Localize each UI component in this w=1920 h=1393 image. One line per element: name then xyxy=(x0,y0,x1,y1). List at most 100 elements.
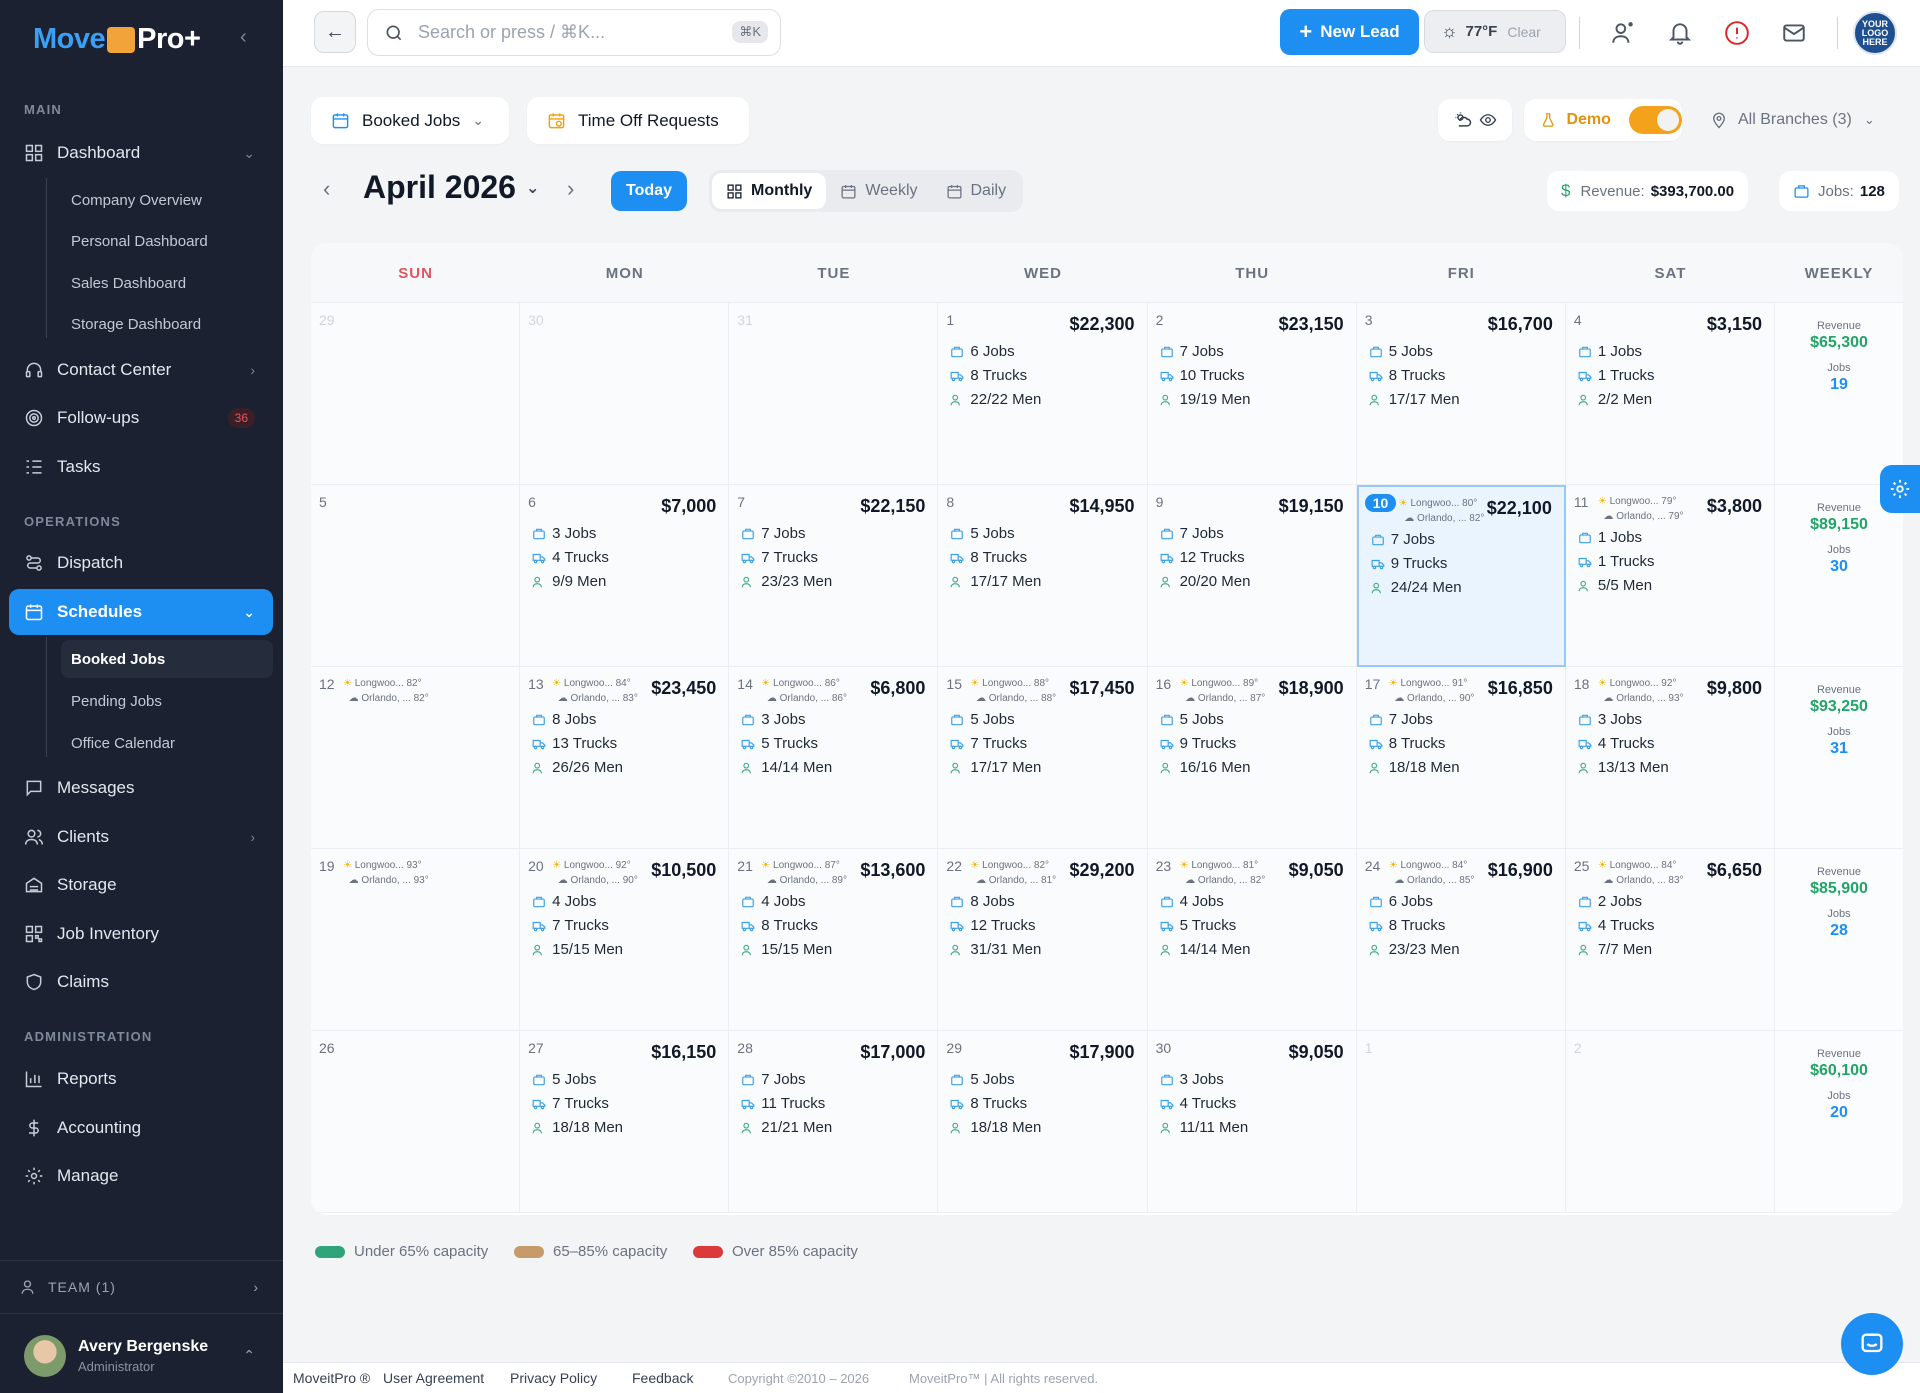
day-number: 29 xyxy=(319,312,335,328)
settings-tab-button[interactable] xyxy=(1880,465,1920,513)
bell-icon[interactable] xyxy=(1665,18,1695,48)
calendar-day-cell[interactable]: 13 ☀ Longwoo... 84° ☁ Orlando, ... 83° $23… xyxy=(520,667,730,849)
search-input[interactable]: Search or press / ⌘K... ⌘K xyxy=(367,9,781,56)
nav-contact-center[interactable]: Contact Center › xyxy=(9,347,273,393)
revenue-value: $393,700.00 xyxy=(1650,182,1735,200)
legend-label: Under 65% capacity xyxy=(354,1243,489,1260)
weather-widget[interactable]: ☼ 77°F Clear xyxy=(1424,10,1566,53)
cloud-icon: ☁ xyxy=(348,875,359,886)
nav-dashboard[interactable]: Dashboard ⌄ xyxy=(9,130,273,176)
alert-icon[interactable] xyxy=(1722,18,1752,48)
calendar-day-cell[interactable]: 16 ☀ Longwoo... 89° ☁ Orlando, ... 87° $18… xyxy=(1147,667,1357,849)
calendar-day-cell[interactable]: 11 ☀ Longwoo... 79° ☁ Orlando, ... 79° $3,… xyxy=(1565,485,1775,667)
user-profile[interactable]: Avery Bergenske Administrator ⌃ xyxy=(0,1318,283,1393)
tab-daily[interactable]: Daily xyxy=(932,173,1021,209)
brand-logo[interactable]: Move Pro+ xyxy=(33,14,201,64)
calendar-day-cell[interactable]: 3 $16,700 5 Jobs 8 Trucks 17/17 Men xyxy=(1356,303,1566,485)
calendar-day-cell[interactable]: 23 ☀ Longwoo... 81° ☁ Orlando, ... 82° $9,… xyxy=(1147,849,1357,1031)
day-trucks: 8 Trucks xyxy=(741,917,818,934)
next-month-button[interactable]: › xyxy=(567,176,574,202)
footer-user-agreement-link[interactable]: User Agreement xyxy=(383,1370,484,1386)
calendar-day-cell[interactable]: 29 xyxy=(311,303,521,485)
nav-job-inventory[interactable]: Job Inventory xyxy=(9,911,273,957)
calendar-day-cell[interactable]: 9 $19,150 7 Jobs 12 Trucks 20/20 Men xyxy=(1147,485,1357,667)
month-picker[interactable]: April 2026 ⌄ xyxy=(363,169,539,206)
team-toggle[interactable]: TEAM (1) › xyxy=(0,1260,283,1314)
calendar-day-cell[interactable]: 2 xyxy=(1565,1031,1775,1213)
nav-dispatch[interactable]: Dispatch xyxy=(9,540,273,586)
calendar-day-cell[interactable]: 7 $22,150 7 Jobs 7 Trucks 23/23 Men xyxy=(729,485,939,667)
nav-tasks[interactable]: Tasks xyxy=(9,444,273,490)
prev-month-button[interactable]: ‹ xyxy=(323,176,330,202)
chevron-left-icon: ‹ xyxy=(323,176,331,201)
weather-icon: ☀ xyxy=(343,860,352,871)
chat-button[interactable] xyxy=(1841,1313,1903,1375)
nav-messages[interactable]: Messages xyxy=(9,765,273,811)
demo-toggle[interactable]: Demo xyxy=(1524,99,1682,141)
calendar-day-cell[interactable]: 20 ☀ Longwoo... 92° ☁ Orlando, ... 90° $10… xyxy=(520,849,730,1031)
calendar-day-cell[interactable]: 30 $9,050 3 Jobs 4 Trucks 11/11 Men xyxy=(1147,1031,1357,1213)
nav-storage[interactable]: Storage xyxy=(9,862,273,908)
calendar-day-cell[interactable]: 19 ☀ Longwoo... 93° ☁ Orlando, ... 93° xyxy=(311,849,521,1031)
truck-icon xyxy=(951,553,964,563)
cloud-icon: ☁ xyxy=(1185,693,1196,704)
calendar-day-cell[interactable]: 30 xyxy=(520,303,730,485)
nav-personal-dashboard[interactable]: Personal Dashboard xyxy=(61,222,273,260)
company-logo[interactable]: YOUR LOGO HERE xyxy=(1853,11,1897,55)
truck-icon xyxy=(1369,921,1383,931)
calendar-day-cell[interactable]: 22 ☀ Longwoo... 82° ☁ Orlando, ... 81° $29… xyxy=(938,849,1148,1031)
time-off-requests-button[interactable]: Time Off Requests xyxy=(527,97,749,144)
nav-booked-jobs[interactable]: Booked Jobs xyxy=(61,640,273,678)
calendar-day-cell[interactable]: 18 ☀ Longwoo... 92° ☁ Orlando, ... 93° $9,… xyxy=(1565,667,1775,849)
nav-follow-ups[interactable]: Follow-ups 36 xyxy=(9,395,273,441)
new-lead-button[interactable]: + New Lead xyxy=(1280,9,1419,55)
nav-storage-dashboard[interactable]: Storage Dashboard xyxy=(61,305,273,343)
calendar-day-cell[interactable]: 26 xyxy=(311,1031,521,1213)
calendar-day-cell[interactable]: 29 $17,900 5 Jobs 8 Trucks 18/18 Men xyxy=(938,1031,1148,1213)
truck-icon xyxy=(1578,371,1592,381)
calendar-day-cell[interactable]: 25 ☀ Longwoo... 84° ☁ Orlando, ... 83° $6,… xyxy=(1565,849,1775,1031)
calendar-day-cell[interactable]: 1 xyxy=(1356,1031,1566,1213)
nav-office-calendar[interactable]: Office Calendar xyxy=(61,724,273,762)
calendar-day-cell[interactable]: 2 $23,150 7 Jobs 10 Trucks 19/19 Men xyxy=(1147,303,1357,485)
nav-schedules[interactable]: Schedules ⌄ xyxy=(9,589,273,635)
calendar-day-cell[interactable]: 27 $16,150 5 Jobs 7 Trucks 18/18 Men xyxy=(520,1031,730,1213)
today-button[interactable]: Today xyxy=(611,171,687,211)
nav-accounting[interactable]: Accounting xyxy=(9,1105,273,1151)
nav-reports[interactable]: Reports xyxy=(9,1056,273,1102)
calendar-day-cell[interactable]: 28 $17,000 7 Jobs 11 Trucks 21/21 Men xyxy=(729,1031,939,1213)
calendar-day-cell[interactable]: 21 ☀ Longwoo... 87° ☁ Orlando, ... 89° $13… xyxy=(729,849,939,1031)
demo-switch[interactable] xyxy=(1628,106,1682,134)
footer-privacy-link[interactable]: Privacy Policy xyxy=(510,1370,597,1386)
nav-manage[interactable]: Manage xyxy=(9,1153,273,1199)
weekly-revenue-value: $60,100 xyxy=(1810,1062,1868,1079)
calendar-day-cell[interactable]: 17 ☀ Longwoo... 91° ☁ Orlando, ... 90° $16… xyxy=(1356,667,1566,849)
team-activity-icon[interactable] xyxy=(1608,18,1638,48)
calendar-day-cell[interactable]: 31 xyxy=(729,303,939,485)
collapse-sidebar-icon[interactable]: ‹ xyxy=(240,26,247,49)
calendar-day-cell[interactable]: 14 ☀ Longwoo... 86° ☁ Orlando, ... 86° $6,… xyxy=(729,667,939,849)
calendar-day-cell[interactable]: 4 $3,150 1 Jobs 1 Trucks 2/2 Men xyxy=(1565,303,1775,485)
calendar-day-cell[interactable]: 15 ☀ Longwoo... 88° ☁ Orlando, ... 88° $17… xyxy=(938,667,1148,849)
booked-jobs-dropdown[interactable]: Booked Jobs ⌄ xyxy=(311,97,509,144)
footer-feedback-link[interactable]: Feedback xyxy=(632,1370,693,1386)
nav-clients[interactable]: Clients › xyxy=(9,814,273,860)
calendar-day-cell[interactable]: 12 ☀ Longwoo... 82° ☁ Orlando, ... 82° xyxy=(311,667,521,849)
nav-claims[interactable]: Claims xyxy=(9,959,273,1005)
tab-monthly[interactable]: Monthly xyxy=(712,173,827,209)
calendar-day-cell[interactable]: 6 $7,000 3 Jobs 4 Trucks 9/9 Men xyxy=(520,485,730,667)
nav-company-overview[interactable]: Company Overview xyxy=(61,181,273,219)
nav-pending-jobs[interactable]: Pending Jobs xyxy=(61,682,273,720)
weather-visibility-toggle[interactable] xyxy=(1438,99,1512,141)
branches-dropdown[interactable]: All Branches (3) ⌄ xyxy=(1696,99,1892,141)
mail-icon[interactable] xyxy=(1779,18,1809,48)
calendar-day-cell[interactable]: 1 $22,300 6 Jobs 8 Trucks 22/22 Men xyxy=(938,303,1148,485)
back-button[interactable]: ← xyxy=(314,11,356,53)
nav-sales-dashboard[interactable]: Sales Dashboard xyxy=(61,264,273,302)
calendar-day-cell[interactable]: 5 xyxy=(311,485,521,667)
day-men-text: 19/19 Men xyxy=(1179,391,1251,408)
tab-weekly[interactable]: Weekly xyxy=(826,173,931,209)
calendar-day-cell[interactable]: 10 ☀ Longwoo... 80° ☁ Orlando, ... 82° $22… xyxy=(1356,485,1566,667)
calendar-day-cell[interactable]: 24 ☀ Longwoo... 84° ☁ Orlando, ... 85° $16… xyxy=(1356,849,1566,1031)
calendar-day-cell[interactable]: 8 $14,950 5 Jobs 8 Trucks 17/17 Men xyxy=(938,485,1148,667)
